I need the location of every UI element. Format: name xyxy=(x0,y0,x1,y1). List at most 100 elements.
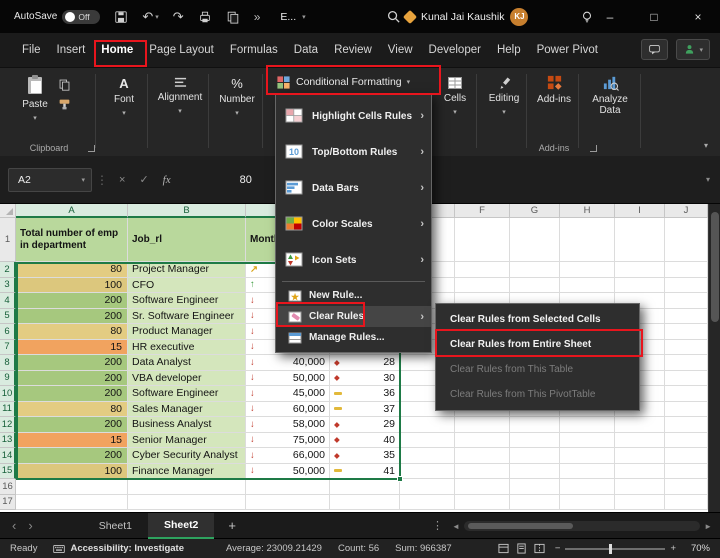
h-scroll-right-icon[interactable]: ► xyxy=(704,522,712,531)
horizontal-scrollbar[interactable]: ◄ ► xyxy=(452,519,712,533)
cell-J10[interactable] xyxy=(665,386,708,402)
cell-C14[interactable]: ↓66,000 xyxy=(246,448,330,464)
editing-group-button[interactable]: Editing ▾ xyxy=(482,76,526,116)
print-button[interactable] xyxy=(198,10,212,24)
paste-dropdown-icon[interactable]: ▾ xyxy=(33,114,37,122)
menu-item-icon-sets[interactable]: Icon Sets › xyxy=(276,242,431,278)
cell-H12[interactable] xyxy=(560,417,615,433)
cell-J17[interactable] xyxy=(665,495,708,511)
tab-home[interactable]: Home xyxy=(93,37,141,63)
maximize-button[interactable]: □ xyxy=(632,0,676,33)
cell-D17[interactable] xyxy=(330,495,400,511)
cell-A13[interactable]: 15 xyxy=(16,433,128,449)
menu-item-color-scales[interactable]: Color Scales › xyxy=(276,206,431,242)
cell-H2[interactable] xyxy=(560,262,615,278)
alignment-group-button[interactable]: Alignment ▾ xyxy=(152,76,208,115)
row-header-2[interactable]: 2 xyxy=(0,262,16,278)
cell-B16[interactable] xyxy=(128,479,246,495)
cell-C17[interactable] xyxy=(246,495,330,511)
column-header-B[interactable]: B xyxy=(128,204,246,218)
paste-button[interactable]: Paste ▾ xyxy=(16,74,54,122)
cell-A15[interactable]: 100 xyxy=(16,464,128,480)
submenu-item-clear-entire-sheet[interactable]: Clear Rules from Entire Sheet xyxy=(436,332,639,357)
cell-J9[interactable] xyxy=(665,371,708,387)
cell-A10[interactable]: 200 xyxy=(16,386,128,402)
row-header-3[interactable]: 3 xyxy=(0,278,16,294)
cell-H3[interactable] xyxy=(560,278,615,294)
cell-H16[interactable] xyxy=(560,479,615,495)
tab-formulas[interactable]: Formulas xyxy=(222,37,286,63)
cell-D13[interactable]: ◆40 xyxy=(330,433,400,449)
close-button[interactable]: × xyxy=(676,0,720,33)
tab-file[interactable]: File xyxy=(14,37,49,63)
search-button[interactable] xyxy=(386,9,401,24)
cell-A7[interactable]: 15 xyxy=(16,340,128,356)
cell-D16[interactable] xyxy=(330,479,400,495)
cell-F2[interactable] xyxy=(455,262,510,278)
cell-A9[interactable]: 200 xyxy=(16,371,128,387)
cell-C16[interactable] xyxy=(246,479,330,495)
cell-I14[interactable] xyxy=(615,448,665,464)
addins-button[interactable]: Add-ins xyxy=(530,74,578,105)
font-group-button[interactable]: A Font ▾ xyxy=(102,76,146,117)
zoom-out-icon[interactable]: − xyxy=(555,543,561,554)
cell-J8[interactable] xyxy=(665,355,708,371)
cell-I17[interactable] xyxy=(615,495,665,511)
zoom-level[interactable]: 70% xyxy=(684,543,710,554)
cell-A6[interactable]: 80 xyxy=(16,324,128,340)
cell-G1[interactable] xyxy=(510,218,560,262)
cell-A5[interactable]: 200 xyxy=(16,309,128,325)
tabbar-menu-icon[interactable]: ⋮ xyxy=(432,519,443,532)
cell-D8[interactable]: ◆28 xyxy=(330,355,400,371)
zoom-in-icon[interactable]: + xyxy=(670,543,676,554)
h-scroll-thumb[interactable] xyxy=(468,523,573,529)
undo-dropdown-icon[interactable]: ▾ xyxy=(155,13,159,21)
cell-I16[interactable] xyxy=(615,479,665,495)
tab-page-layout[interactable]: Page Layout xyxy=(141,37,222,63)
tab-data[interactable]: Data xyxy=(286,37,326,63)
row-header-6[interactable]: 6 xyxy=(0,324,16,340)
cell-A16[interactable] xyxy=(16,479,128,495)
cell-C10[interactable]: ↓45,000 xyxy=(246,386,330,402)
column-header-G[interactable]: G xyxy=(510,204,560,218)
name-box[interactable]: A2 ▾ xyxy=(8,168,92,192)
row-header-15[interactable]: 15 xyxy=(0,464,16,480)
cell-E12[interactable] xyxy=(400,417,455,433)
cell-D10[interactable]: 36 xyxy=(330,386,400,402)
cell-D11[interactable]: 37 xyxy=(330,402,400,418)
cell-E17[interactable] xyxy=(400,495,455,511)
menu-item-data-bars[interactable]: Data Bars › xyxy=(276,170,431,206)
cell-A1[interactable]: Total number of emp in department xyxy=(16,218,128,262)
cell-H17[interactable] xyxy=(560,495,615,511)
cell-A12[interactable]: 200 xyxy=(16,417,128,433)
cell-I1[interactable] xyxy=(615,218,665,262)
cell-H15[interactable] xyxy=(560,464,615,480)
document-name[interactable]: E... ▾ xyxy=(280,11,305,23)
cell-B13[interactable]: Senior Manager xyxy=(128,433,246,449)
status-average[interactable]: Average: 23009.21429 xyxy=(226,543,322,554)
row-header-9[interactable]: 9 xyxy=(0,371,16,387)
cell-D14[interactable]: ◆35 xyxy=(330,448,400,464)
cell-C11[interactable]: ↓60,000 xyxy=(246,402,330,418)
cell-A14[interactable]: 200 xyxy=(16,448,128,464)
cell-B8[interactable]: Data Analyst xyxy=(128,355,246,371)
cell-J15[interactable] xyxy=(665,464,708,480)
formula-value[interactable]: 80 xyxy=(240,174,252,186)
cell-C15[interactable]: ↓50,000 xyxy=(246,464,330,480)
cell-J6[interactable] xyxy=(665,324,708,340)
row-header-4[interactable]: 4 xyxy=(0,293,16,309)
cell-F16[interactable] xyxy=(455,479,510,495)
cell-B2[interactable]: Project Manager xyxy=(128,262,246,278)
cell-G15[interactable] xyxy=(510,464,560,480)
cell-C8[interactable]: ↓40,000 xyxy=(246,355,330,371)
format-painter-button[interactable] xyxy=(58,98,71,116)
addins-dialog-launcher[interactable] xyxy=(590,145,597,152)
vertical-scroll-thumb[interactable] xyxy=(711,212,719,322)
cell-H14[interactable] xyxy=(560,448,615,464)
cell-H13[interactable] xyxy=(560,433,615,449)
view-page-break-icon[interactable] xyxy=(534,543,545,554)
cell-I13[interactable] xyxy=(615,433,665,449)
autosave-control[interactable]: AutoSave Off xyxy=(14,10,100,24)
cells-group-button[interactable]: Cells ▾ xyxy=(434,76,476,116)
name-box-dropdown-icon[interactable]: ▾ xyxy=(81,176,85,184)
